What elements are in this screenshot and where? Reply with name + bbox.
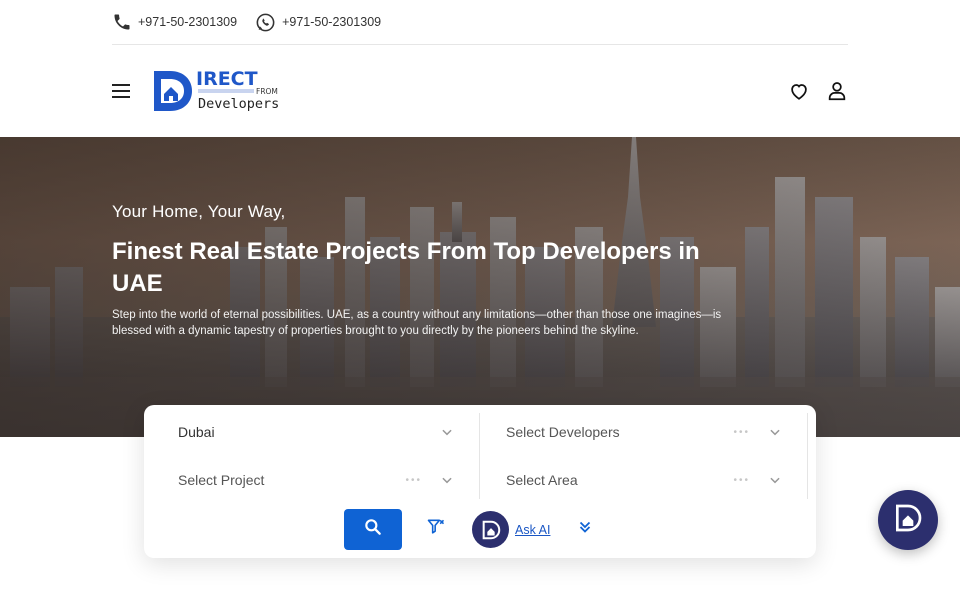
hero-description: Step into the world of eternal possibili… [112, 309, 722, 337]
loading-dots: ••• [733, 426, 750, 438]
loading-dots: ••• [733, 474, 750, 486]
hero-subtitle: Your Home, Your Way, [112, 202, 286, 221]
phone-number: +971-50-2301309 [138, 15, 238, 29]
hero-title: Finest Real Estate Projects From Top Dev… [112, 238, 700, 297]
site-header: IRECT FROM Developers [112, 46, 848, 136]
project-placeholder: Select Project [178, 472, 265, 488]
project-select[interactable]: Select Project ••• [178, 460, 454, 500]
search-button[interactable] [344, 509, 402, 550]
floating-ai-chat-button[interactable] [878, 490, 938, 550]
heart-icon[interactable] [788, 80, 810, 102]
loading-dots: ••• [405, 474, 422, 486]
area-select[interactable]: Select Area ••• [506, 460, 782, 500]
field-divider [479, 413, 480, 499]
logo-line1: IRECT [196, 68, 258, 90]
double-chevron-down-icon [576, 518, 594, 541]
chevron-down-icon [768, 473, 782, 487]
hamburger-menu-icon[interactable] [112, 79, 136, 103]
developers-placeholder: Select Developers [506, 424, 620, 440]
clear-filter-button[interactable] [426, 517, 446, 542]
chevron-down-icon [440, 425, 454, 439]
ask-ai-button[interactable]: Ask AI [472, 511, 550, 548]
whatsapp-icon [255, 12, 276, 33]
whatsapp-contact[interactable]: +971-50-2301309 [255, 12, 381, 33]
chevron-down-icon [440, 473, 454, 487]
hero-banner: Your Home, Your Way, Finest Real Estate … [0, 137, 960, 437]
ask-ai-label: Ask AI [515, 522, 551, 537]
developers-select[interactable]: Select Developers ••• [506, 412, 782, 452]
ai-logo-icon [892, 502, 924, 539]
logo-from: FROM [256, 87, 278, 96]
phone-contact[interactable]: +971-50-2301309 [112, 12, 237, 32]
chevron-down-icon [768, 425, 782, 439]
logo-line2: Developers [198, 96, 279, 112]
search-icon [363, 517, 383, 542]
field-divider [807, 413, 808, 499]
phone-icon [112, 12, 132, 32]
whatsapp-number: +971-50-2301309 [282, 15, 382, 29]
expand-filters-button[interactable] [576, 518, 594, 541]
filter-clear-icon [426, 517, 446, 542]
city-select[interactable]: Dubai [178, 412, 454, 452]
city-select-value: Dubai [178, 424, 215, 440]
site-logo[interactable]: IRECT FROM Developers [152, 67, 284, 115]
ai-logo-icon [472, 511, 509, 548]
area-placeholder: Select Area [506, 472, 578, 488]
user-icon[interactable] [826, 80, 848, 102]
contact-bar: +971-50-2301309 +971-50-2301309 [112, 0, 848, 45]
property-search-card: Dubai Select Developers ••• Select Proje… [144, 405, 816, 558]
